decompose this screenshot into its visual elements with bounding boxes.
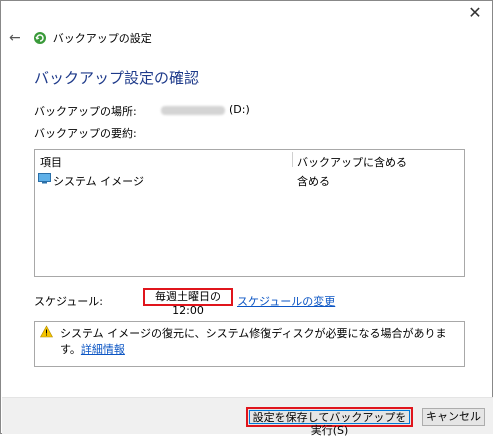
backup-summary-table: 項目 バックアップに含める システム イメージ 含める [34, 149, 465, 277]
save-and-run-backup-button[interactable]: 設定を保存してバックアップを実行(S) [246, 407, 413, 437]
page-title: バックアップ設定の確認 [34, 69, 200, 87]
backup-summary-label: バックアップの要約: [34, 127, 137, 140]
table-header: 項目 バックアップに含める [35, 150, 464, 170]
cancel-button[interactable]: キャンセル [422, 408, 485, 426]
column-header-item[interactable]: 項目 [40, 154, 62, 170]
monitor-icon [38, 173, 51, 184]
table-row[interactable]: システム イメージ 含める [35, 171, 464, 188]
back-arrow-icon[interactable]: ← [9, 30, 21, 46]
dialog-footer: 設定を保存してバックアップを実行(S) キャンセル [2, 397, 493, 437]
warning-message: システム イメージの復元に、システム修復ディスクが必要になる場合があります。詳細… [60, 325, 464, 357]
schedule-label: スケジュール: [34, 295, 103, 308]
close-icon: ✕ [468, 3, 482, 22]
more-info-link[interactable]: 詳細情報 [81, 343, 125, 356]
row-item-name: システム イメージ [53, 175, 144, 188]
row-included-value: 含める [297, 175, 330, 188]
backup-location-value: (D:) [161, 103, 250, 116]
column-separator[interactable] [292, 152, 293, 167]
drive-letter: (D:) [229, 103, 250, 116]
save-and-run-backup-label: 設定を保存してバックアップを実行(S) [249, 410, 410, 437]
window-title: バックアップの設定 [52, 32, 152, 45]
titlebar: ← バックアップの設定 [9, 29, 152, 47]
warning-panel: システム イメージの復元に、システム修復ディスクが必要になる場合があります。詳細… [34, 321, 465, 367]
change-schedule-link[interactable]: スケジュールの変更 [237, 293, 335, 309]
backup-app-icon [33, 32, 46, 44]
close-button[interactable]: ✕ [458, 1, 492, 27]
warning-icon [40, 325, 53, 338]
backup-location-label: バックアップの場所: [34, 105, 137, 118]
schedule-value: 毎週土曜日の 12:00 [143, 288, 233, 317]
redacted-drive-name [161, 105, 225, 115]
column-header-included[interactable]: バックアップに含める [297, 154, 407, 170]
backup-settings-window: ✕ ← バックアップの設定 バックアップ設定の確認 バックアップの場所: (D:… [0, 0, 493, 437]
